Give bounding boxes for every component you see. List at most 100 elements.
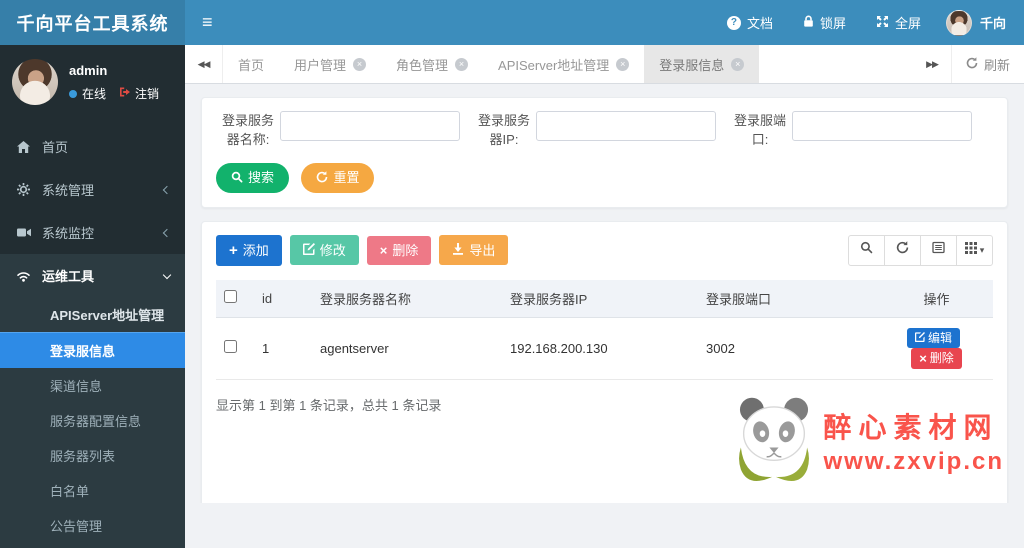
- tab-label: APIServer地址管理: [498, 57, 610, 73]
- nav-docs-link[interactable]: ? 文档: [712, 0, 788, 45]
- sidebar-item-server-list[interactable]: 服务器列表: [0, 438, 185, 473]
- double-triangle-left-icon: ◀◀: [197, 58, 211, 69]
- search-icon: [231, 171, 243, 185]
- search-buttons-row: 搜索 重置: [216, 162, 993, 193]
- tab-label: 角色管理: [396, 57, 449, 73]
- row-edit-button[interactable]: 编辑: [906, 327, 960, 348]
- edit-icon: [914, 331, 925, 344]
- table-detail-view-button[interactable]: [920, 234, 957, 266]
- sidebar-item-system-monitor[interactable]: 系统监控: [0, 211, 185, 254]
- grid-toolbar: + 添加 修改 × 删除 导出 ▾: [216, 234, 993, 266]
- sidebar-item-announcement[interactable]: 公告管理: [0, 508, 185, 543]
- add-button-label: 添加: [242, 242, 269, 258]
- column-header-port[interactable]: 登录服端口: [698, 279, 880, 318]
- close-icon[interactable]: ×: [353, 57, 367, 71]
- sidebar-item-login-server-info[interactable]: 登录服信息: [0, 332, 185, 368]
- tab-refresh-button[interactable]: 刷新: [950, 45, 1024, 83]
- field-login-server-ip: 登录服务器IP:: [472, 111, 716, 150]
- reset-button-label: 重置: [333, 170, 360, 186]
- cell-actions: 编辑 × 删除: [880, 317, 993, 380]
- column-header-id[interactable]: id: [254, 279, 312, 318]
- tab-scroll-right-button[interactable]: ▶▶: [913, 45, 951, 83]
- sidebar-item-server-config-info[interactable]: 服务器配置信息: [0, 403, 185, 438]
- row-delete-button[interactable]: × 删除: [911, 347, 962, 369]
- plus-icon: +: [229, 241, 238, 259]
- nav-docs-label: 文档: [746, 16, 773, 31]
- tab-scroll-left-button[interactable]: ◀◀: [185, 45, 223, 83]
- column-header-actions: 操作: [880, 279, 993, 318]
- export-button[interactable]: 导出: [439, 235, 509, 266]
- close-icon[interactable]: ×: [455, 57, 469, 71]
- search-icon: [860, 241, 873, 259]
- add-button[interactable]: + 添加: [216, 234, 282, 266]
- sidebar-user-panel: admin 在线 注销: [0, 45, 185, 115]
- table-refresh-button[interactable]: [884, 234, 921, 266]
- export-button-label: 导出: [469, 242, 496, 258]
- delete-button[interactable]: × 删除: [366, 235, 432, 265]
- table-search-button[interactable]: [848, 234, 885, 266]
- sidebar-item-channel-info[interactable]: 渠道信息: [0, 368, 185, 403]
- nav-fullscreen-link[interactable]: 全屏: [861, 0, 936, 45]
- lock-icon: [803, 15, 814, 31]
- tab-home[interactable]: 首页: [223, 45, 279, 83]
- app-title: 千向平台工具系统: [0, 0, 185, 45]
- edit-icon: [302, 243, 315, 257]
- select-all-checkbox[interactable]: [224, 290, 237, 304]
- field-login-server-port: 登录服端口:: [728, 111, 972, 150]
- sidebar-toggle-button[interactable]: ≡: [185, 0, 230, 45]
- sidebar-item-system-management[interactable]: 系统管理: [0, 168, 185, 211]
- close-icon[interactable]: ×: [616, 57, 630, 71]
- chevron-down-icon: [162, 270, 172, 279]
- record-summary: 显示第 1 到第 1 条记录，总共 1 条记录: [216, 397, 442, 413]
- navbar-avatar: [945, 9, 972, 36]
- close-icon[interactable]: ×: [731, 57, 745, 71]
- login-server-ip-input[interactable]: [536, 111, 716, 141]
- sidebar-item-home[interactable]: 首页: [0, 125, 185, 168]
- tab-role-management[interactable]: 角色管理 ×: [381, 45, 483, 83]
- reset-icon: [316, 170, 328, 185]
- tab-login-server-info[interactable]: 登录服信息 ×: [644, 45, 760, 83]
- camera-icon: [15, 227, 32, 238]
- column-header-ip[interactable]: 登录服务器IP: [502, 279, 698, 318]
- sidebar-item-ops-tools[interactable]: 运维工具: [0, 254, 185, 297]
- modify-button[interactable]: 修改: [289, 235, 359, 266]
- table-columns-button[interactable]: ▾: [956, 234, 993, 266]
- tabs: 首页 用户管理 × 角色管理 × APIServer地址管理 × 登录服信息 ×: [223, 45, 913, 83]
- chevron-left-icon: [162, 228, 172, 237]
- logout-link[interactable]: 注销: [119, 85, 159, 102]
- login-server-port-input[interactable]: [792, 111, 972, 141]
- page-content: 登录服务器名称: 登录服务器IP: 登录服端口: 搜索 重置 + 添加 修改 ×…: [185, 84, 1024, 503]
- tab-apiserver-address[interactable]: APIServer地址管理 ×: [483, 45, 644, 83]
- tab-user-management[interactable]: 用户管理 ×: [279, 45, 381, 83]
- nav-lockscreen-label: 锁屏: [819, 16, 846, 31]
- logout-label: 注销: [135, 87, 160, 101]
- tab-label: 登录服信息: [659, 57, 725, 73]
- delete-button-label: 删除: [392, 242, 419, 258]
- navbar-user-menu[interactable]: 千向: [936, 0, 1024, 45]
- avatar: [12, 59, 58, 105]
- grid-icon: [964, 241, 977, 259]
- field-label: 登录服务器名称:: [221, 113, 274, 147]
- sidebar-item-label: 首页: [42, 140, 69, 155]
- column-header-name[interactable]: 登录服务器名称: [312, 279, 502, 318]
- cell-port: 3002: [698, 317, 880, 380]
- online-status-icon: [69, 89, 77, 98]
- sidebar-item-apiserver-address[interactable]: APIServer地址管理: [0, 297, 185, 332]
- hamburger-icon: ≡: [202, 12, 213, 32]
- table-row[interactable]: 1 agentserver 192.168.200.130 3002 编辑 × …: [216, 317, 993, 380]
- navbar-body: ≡ ? 文档 锁屏 全屏 千向: [185, 0, 1024, 45]
- cell-id: 1: [254, 317, 312, 380]
- user-name: admin: [69, 63, 108, 78]
- user-info: admin 在线 注销: [69, 59, 159, 102]
- navbar-right: ? 文档 锁屏 全屏 千向: [712, 0, 1024, 45]
- row-checkbox[interactable]: [224, 340, 237, 354]
- list-icon: [932, 241, 945, 259]
- nav-lockscreen-link[interactable]: 锁屏: [788, 0, 861, 45]
- field-label: 登录服务器IP:: [477, 113, 530, 147]
- search-button[interactable]: 搜索: [216, 162, 290, 193]
- login-server-name-input[interactable]: [280, 111, 460, 141]
- x-icon: ×: [379, 242, 388, 258]
- reset-button[interactable]: 重置: [301, 162, 375, 193]
- download-icon: [452, 243, 464, 257]
- login-server-table: id 登录服务器名称 登录服务器IP 登录服端口 操作 1 agentserve…: [216, 279, 993, 380]
